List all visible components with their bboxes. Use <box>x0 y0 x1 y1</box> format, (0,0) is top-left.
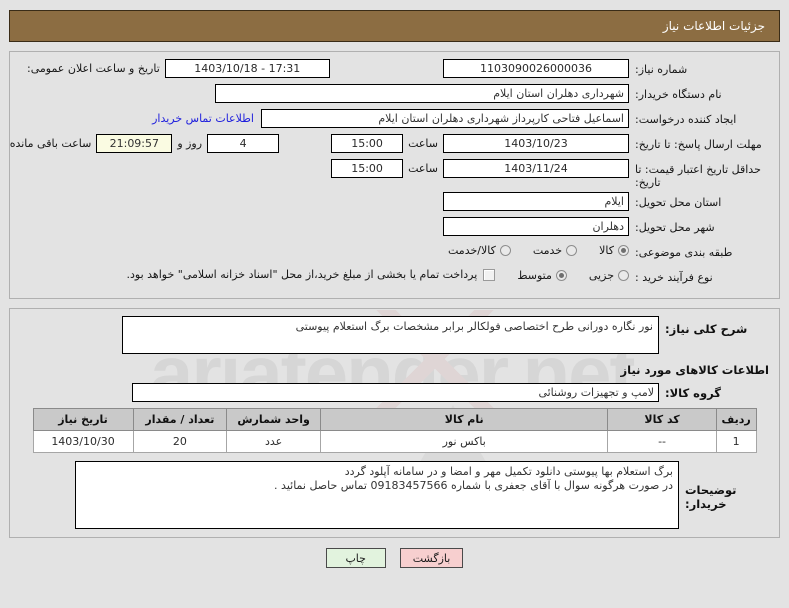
need-number-label: شماره نیاز: <box>635 63 688 76</box>
row-response-deadline: مهلت ارسال پاسخ: تا تاریخ: ساعت روز و 21… <box>10 134 771 156</box>
category-option-kala-khedmat[interactable]: کالا/خدمت <box>448 244 511 257</box>
radio-icon[interactable] <box>499 245 511 256</box>
page-header: جزئیات اطلاعات نیاز <box>9 10 780 42</box>
response-deadline-time-input[interactable] <box>331 134 404 153</box>
cell-date: 1403/10/30 <box>32 430 134 453</box>
category-option-khedmat[interactable]: خدمت <box>532 244 578 257</box>
radio-icon[interactable] <box>618 245 629 256</box>
row-city: شهر محل تحویل: <box>18 217 771 239</box>
buyer-notes-label: توضیحات خریدار: <box>685 483 737 511</box>
cell-name: باکس نور <box>319 430 609 453</box>
price-validity-date-input[interactable] <box>443 159 629 178</box>
radio-icon[interactable] <box>555 270 567 281</box>
province-label: استان محل تحویل: <box>635 196 722 209</box>
page-title: جزئیات اطلاعات نیاز <box>662 19 765 33</box>
need-number-input[interactable] <box>443 59 629 78</box>
category-option-kala[interactable]: کالا <box>599 244 629 257</box>
cell-code: -- <box>607 430 717 453</box>
col-header-unit: واحد شمارش <box>226 408 321 431</box>
row-buyer-notes: توضیحات خریدار: برگ استعلام بها پیوستی د… <box>18 461 771 529</box>
category-option-label: کالا <box>599 244 614 257</box>
row-category: طبقه بندی موضوعی: کالا خدمت کالا/خدمت <box>18 242 771 264</box>
back-button[interactable]: بازگشت <box>399 548 464 568</box>
city-input[interactable] <box>443 217 629 236</box>
public-announce-label: تاریخ و ساعت اعلان عمومی: <box>27 62 160 75</box>
col-header-qty: تعداد / مقدار <box>132 408 228 431</box>
city-label: شهر محل تحویل: <box>635 221 715 234</box>
creator-label: ایجاد کننده درخواست: <box>635 113 737 126</box>
treasury-checkbox[interactable] <box>483 268 496 281</box>
category-label: طبقه بندی موضوعی: <box>635 246 733 259</box>
price-validity-label: حداقل تاریخ اعتبار قیمت: تا تاریخ: <box>635 163 761 189</box>
col-header-date: تاریخ نیاز <box>32 408 134 431</box>
buyer-org-input[interactable] <box>215 84 629 103</box>
col-header-code: کد کالا <box>607 408 717 431</box>
radio-icon[interactable] <box>618 270 629 281</box>
category-option-label: خدمت <box>532 244 563 257</box>
table-row: 1 -- باکس نور عدد 20 1403/10/30 <box>32 430 757 453</box>
countdown-suffix-label: ساعت باقی مانده <box>9 137 92 150</box>
price-validity-time-input[interactable] <box>331 159 404 178</box>
cell-unit: عدد <box>226 430 321 453</box>
process-option-label: جزیی <box>588 269 614 282</box>
buyer-org-label: نام دستگاه خریدار: <box>635 88 722 101</box>
process-option-jozei[interactable]: جزیی <box>589 269 629 282</box>
goods-table: ردیف کد کالا نام کالا واحد شمارش تعداد /… <box>32 408 757 453</box>
response-deadline-date-input[interactable] <box>443 134 629 153</box>
goods-group-input[interactable] <box>132 383 659 402</box>
row-province: استان محل تحویل: <box>18 192 771 214</box>
row-process-type: نوع فرآیند خرید : جزیی متوسط پرداخت تمام… <box>18 267 771 289</box>
row-creator: ایجاد کننده درخواست: اطلاعات تماس خریدار <box>18 109 771 131</box>
category-radio-group: کالا خدمت کالا/خدمت <box>426 242 629 257</box>
category-option-label: کالا/خدمت <box>448 244 496 257</box>
footer-buttons: بازگشت چاپ <box>0 548 789 568</box>
creator-input[interactable] <box>261 109 629 128</box>
col-header-name: نام کالا <box>319 408 609 431</box>
row-need-number: شماره نیاز: تاریخ و ساعت اعلان عمومی: <box>18 59 771 81</box>
goods-table-wrap: ردیف کد کالا نام کالا واحد شمارش تعداد /… <box>18 408 771 453</box>
cell-row: 1 <box>715 430 757 453</box>
countdown-timer: 21:09:57 <box>96 134 173 153</box>
description-goods-panel: شرح کلی نیاز: نور نگاره دورانی طرح اختصا… <box>9 308 780 538</box>
print-button[interactable]: چاپ <box>325 548 386 568</box>
row-buyer-org: نام دستگاه خریدار: <box>18 84 771 106</box>
process-radio-group: جزیی متوسط <box>495 267 629 282</box>
province-input[interactable] <box>443 192 629 211</box>
cell-qty: 20 <box>132 430 228 453</box>
description-textarea[interactable]: نور نگاره دورانی طرح اختصاصی فولکالر برا… <box>122 316 659 354</box>
process-label: نوع فرآیند خرید : <box>635 271 713 284</box>
row-price-validity: حداقل تاریخ اعتبار قیمت: تا تاریخ: ساعت <box>18 159 771 189</box>
description-label: شرح کلی نیاز: <box>665 322 748 336</box>
days-word-label: روز و <box>177 137 203 150</box>
days-remaining-input[interactable] <box>207 134 280 153</box>
process-option-label: متوسط <box>517 269 552 282</box>
table-header-row: ردیف کد کالا نام کالا واحد شمارش تعداد /… <box>32 408 757 431</box>
price-validity-time-label: ساعت <box>408 162 438 175</box>
treasury-checkbox-label: پرداخت تمام یا بخشی از مبلغ خرید،از محل … <box>126 268 478 281</box>
row-goods-group: گروه کالا: <box>18 383 771 405</box>
buyer-contact-link[interactable]: اطلاعات تماس خریدار <box>145 112 261 125</box>
response-deadline-label: مهلت ارسال پاسخ: تا تاریخ: <box>635 138 762 151</box>
radio-icon[interactable] <box>566 245 578 256</box>
need-info-panel: شماره نیاز: تاریخ و ساعت اعلان عمومی: نا… <box>9 51 780 299</box>
public-announce-input[interactable] <box>164 59 330 78</box>
goods-section-title: اطلاعات کالاهای مورد نیاز <box>620 363 769 377</box>
process-option-motavasset[interactable]: متوسط <box>517 269 567 282</box>
col-header-row: ردیف <box>715 408 757 431</box>
goods-group-label: گروه کالا: <box>665 386 721 400</box>
buyer-notes-textarea[interactable]: برگ استعلام بها پیوستی دانلود تکمیل مهر … <box>75 461 679 529</box>
row-description: شرح کلی نیاز: نور نگاره دورانی طرح اختصا… <box>18 316 771 354</box>
response-deadline-time-label: ساعت <box>408 137 438 150</box>
